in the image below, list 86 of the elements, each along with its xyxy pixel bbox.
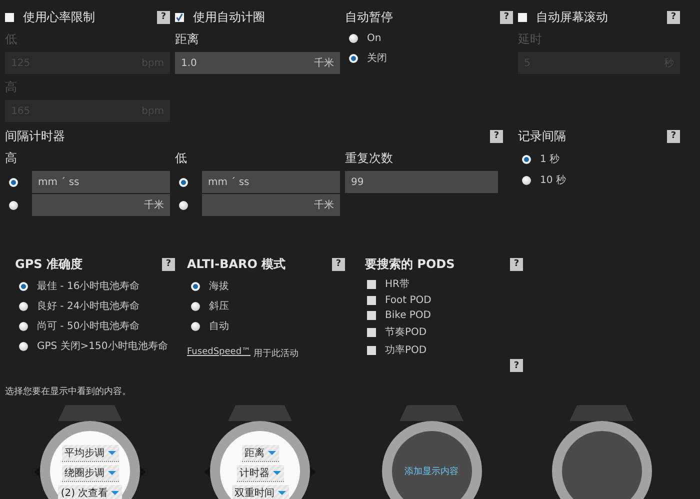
radio-button[interactable] [179,178,188,186]
radio-button[interactable] [522,154,531,164]
option-label: 海拔 [209,280,229,293]
watch-face[interactable]: 平均步调 绕圈步调 (2) 次查看 [40,421,140,499]
option-label: 尚可 - 50小时电池寿命 [37,320,140,333]
caret-icon [108,451,116,455]
radio-button[interactable] [191,302,200,310]
instruction-text: 选择您要在显示中看到的内容。 [5,386,132,399]
radio-button[interactable] [349,54,358,62]
input-field[interactable]: mm ˊ ss [32,171,170,193]
option-label: 使用心率限制 [23,8,95,26]
section-title: 间隔计时器 [5,128,65,144]
option-label: 使用自动计圈 [193,8,265,26]
watch-face[interactable]: 距离 计时器 双重时间 [210,421,310,499]
section-title: 要搜索的 PODS [365,256,455,272]
field-label: 重复次数 [345,150,394,167]
field-label: 低 [175,150,188,167]
checkbox[interactable] [518,12,527,22]
help-button[interactable]: ? [162,258,175,270]
field-dropdown[interactable]: 计时器 [236,465,284,482]
option-label: 自动 [209,320,229,333]
checkbox[interactable] [367,280,376,288]
checkbox[interactable] [5,12,14,22]
caret-icon [268,451,276,455]
caret-icon [272,471,280,475]
field-label: 高 [5,150,18,167]
input-field[interactable]: 千米 [202,194,340,216]
field-dropdown[interactable]: 距离 [242,445,278,462]
checkbox[interactable] [367,328,376,336]
field-dropdown[interactable]: (2) 次查看 [58,485,122,499]
option-label: 1 秒 [540,152,560,166]
section-title: GPS 准确度 [15,256,82,272]
help-button[interactable]: ? [157,10,170,24]
checkbox[interactable] [367,296,376,305]
checkbox[interactable] [367,311,376,320]
radio-button[interactable] [9,178,18,186]
option-label: 最佳 - 16小时电池寿命 [37,280,140,293]
radio-button[interactable] [191,282,200,290]
option-label: HR带 [385,278,410,291]
help-button[interactable]: ? [500,10,513,24]
watch-face[interactable]: 添加显示内容 [382,421,482,499]
radio-button[interactable] [522,176,531,184]
help-button[interactable]: ? [510,258,523,270]
field-dropdown[interactable]: 平均步调 [62,445,118,462]
help-button[interactable]: ? [490,130,503,142]
input-field[interactable]: 1.0 千米 [175,52,340,74]
section-title: ALTI-BARO 模式 [187,256,286,272]
section-title: 记录间隔 [518,128,566,144]
help-button[interactable]: ? [667,10,680,24]
option-label: On [367,33,382,44]
radio-button[interactable] [191,322,200,330]
field-dropdown[interactable]: 双重时间 [232,485,288,499]
radio-button[interactable] [9,200,18,210]
field-dropdown[interactable]: 绕圈步调 [62,465,118,482]
section-title: 自动暂停 [345,8,393,26]
field-label: 距离 [175,31,200,48]
input-field[interactable]: 99 [345,171,498,193]
option-label: GPS 关闭>150小时电池寿命 [37,340,168,353]
option-label: Bike POD [385,310,432,321]
option-label: 良好 - 24小时电池寿命 [37,300,140,313]
link-note: 用于此活动 [254,348,299,360]
fusedspeed-link[interactable]: FusedSpeed™ [187,347,251,360]
caret-icon [111,491,120,495]
input-field[interactable]: mm ˊ ss [202,171,340,193]
radio-button[interactable] [19,282,28,290]
radio-button[interactable] [19,302,28,310]
radio-button[interactable] [349,34,358,43]
input-field[interactable]: 千米 [32,194,170,216]
radio-button[interactable] [19,342,28,350]
checkbox[interactable] [175,12,184,22]
radio-button[interactable] [179,200,188,210]
help-button[interactable]: ? [332,258,345,270]
help-button[interactable]: ? [510,359,523,372]
option-label: 节奏POD [385,326,427,339]
caret-icon [278,491,286,495]
option-label: Foot POD [385,295,432,306]
option-label: 关闭 [367,52,387,65]
option-label: 斜压 [209,300,229,313]
option-label: 10 秒 [540,174,566,187]
option-label: 功率POD [385,344,427,357]
checkbox[interactable] [367,346,376,354]
radio-button[interactable] [19,322,28,330]
caret-icon [108,471,116,475]
option-label: 自动屏幕滚动 [536,8,608,26]
add-display-link[interactable]: 添加显示内容 [404,464,458,478]
help-button[interactable]: ? [667,130,680,142]
